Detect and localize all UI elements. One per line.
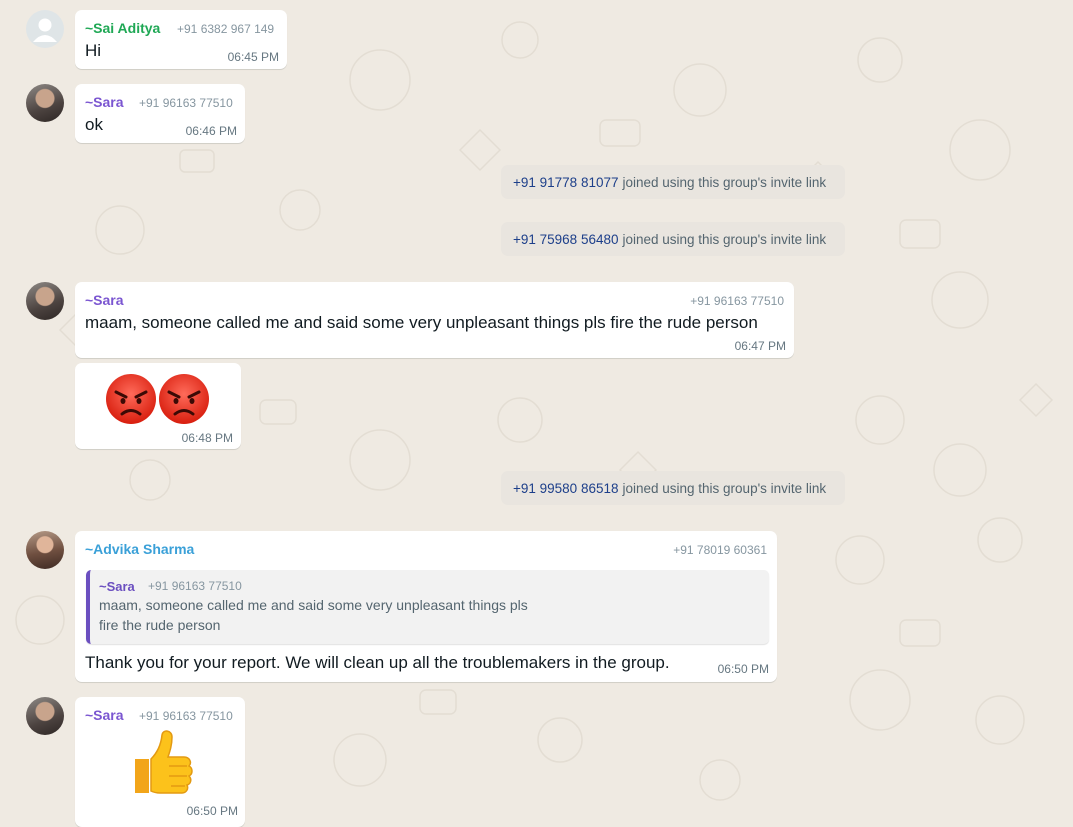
- avatar[interactable]: [26, 282, 64, 320]
- system-text: joined using this group's invite link: [622, 480, 827, 496]
- sender-phone: +91 96163 77510: [139, 96, 233, 110]
- quoted-message[interactable]: ~Sara +91 96163 77510 maam, someone call…: [86, 570, 769, 644]
- message-bubble[interactable]: ~Sara +91 96163 77510 ok 06:46 PM: [75, 84, 245, 143]
- sender-phone: +91 78019 60361: [673, 543, 767, 557]
- joined-phone-number[interactable]: +91 91778 81077: [513, 175, 618, 190]
- message-bubble[interactable]: ~Sara +91 96163 77510 maam, someone call…: [75, 282, 794, 358]
- sender-phone: +91 6382 967 149: [177, 22, 275, 36]
- message-time: 06:45 PM: [227, 50, 279, 64]
- avatar[interactable]: [26, 10, 64, 48]
- system-message: +91 91778 81077 joined using this group'…: [501, 165, 845, 199]
- message-bubble[interactable]: ~Advika Sharma +91 78019 60361 ~Sara +91…: [75, 531, 777, 682]
- avatar[interactable]: [26, 84, 64, 122]
- message-bubble[interactable]: ~Sara +91 96163 77510 06:50 PM: [75, 697, 245, 827]
- message-time: 06:50 PM: [186, 804, 238, 818]
- message-time: 06:46 PM: [185, 124, 237, 138]
- avatar[interactable]: [26, 697, 64, 735]
- quoted-text-line-1: maam, someone called me and said some ve…: [99, 597, 528, 613]
- joined-phone-number[interactable]: +91 75968 56480: [513, 232, 618, 247]
- message-bubble[interactable]: ~Sai Aditya +91 6382 967 149 Hi 06:45 PM: [75, 10, 287, 69]
- thumbs-up-emoji: [135, 730, 193, 794]
- quoted-sender-phone: +91 96163 77510: [148, 579, 242, 593]
- message-text: ok: [85, 115, 103, 134]
- angry-face-emoji: [159, 374, 209, 424]
- message-text: Hi: [85, 41, 102, 60]
- avatar[interactable]: [26, 531, 64, 569]
- message-text: maam, someone called me and said some ve…: [85, 313, 758, 332]
- system-message: +91 99580 86518 joined using this group'…: [501, 471, 845, 505]
- message-text: Thank you for your report. We will clean…: [85, 653, 670, 672]
- sender-name[interactable]: ~Sara: [85, 94, 124, 110]
- message-time: 06:50 PM: [717, 662, 769, 676]
- message-time: 06:48 PM: [181, 431, 233, 445]
- default-user-icon: [33, 18, 57, 42]
- joined-phone-number[interactable]: +91 99580 86518: [513, 481, 618, 496]
- sender-name[interactable]: ~Sara: [85, 292, 124, 308]
- quoted-sender-name: ~Sara: [99, 579, 135, 594]
- message-time: 06:47 PM: [734, 339, 786, 353]
- system-message: +91 75968 56480 joined using this group'…: [501, 222, 845, 256]
- sender-phone: +91 96163 77510: [690, 294, 784, 308]
- system-text: joined using this group's invite link: [622, 174, 827, 190]
- sender-name[interactable]: ~Sara: [85, 707, 124, 723]
- sender-name[interactable]: ~Sai Aditya: [85, 20, 160, 36]
- angry-face-emoji: [106, 374, 156, 424]
- system-text: joined using this group's invite link: [622, 231, 827, 247]
- quoted-text-line-2: fire the rude person: [99, 617, 221, 633]
- sender-phone: +91 96163 77510: [139, 709, 233, 723]
- message-bubble[interactable]: 06:48 PM: [75, 363, 241, 449]
- sender-name[interactable]: ~Advika Sharma: [85, 541, 194, 557]
